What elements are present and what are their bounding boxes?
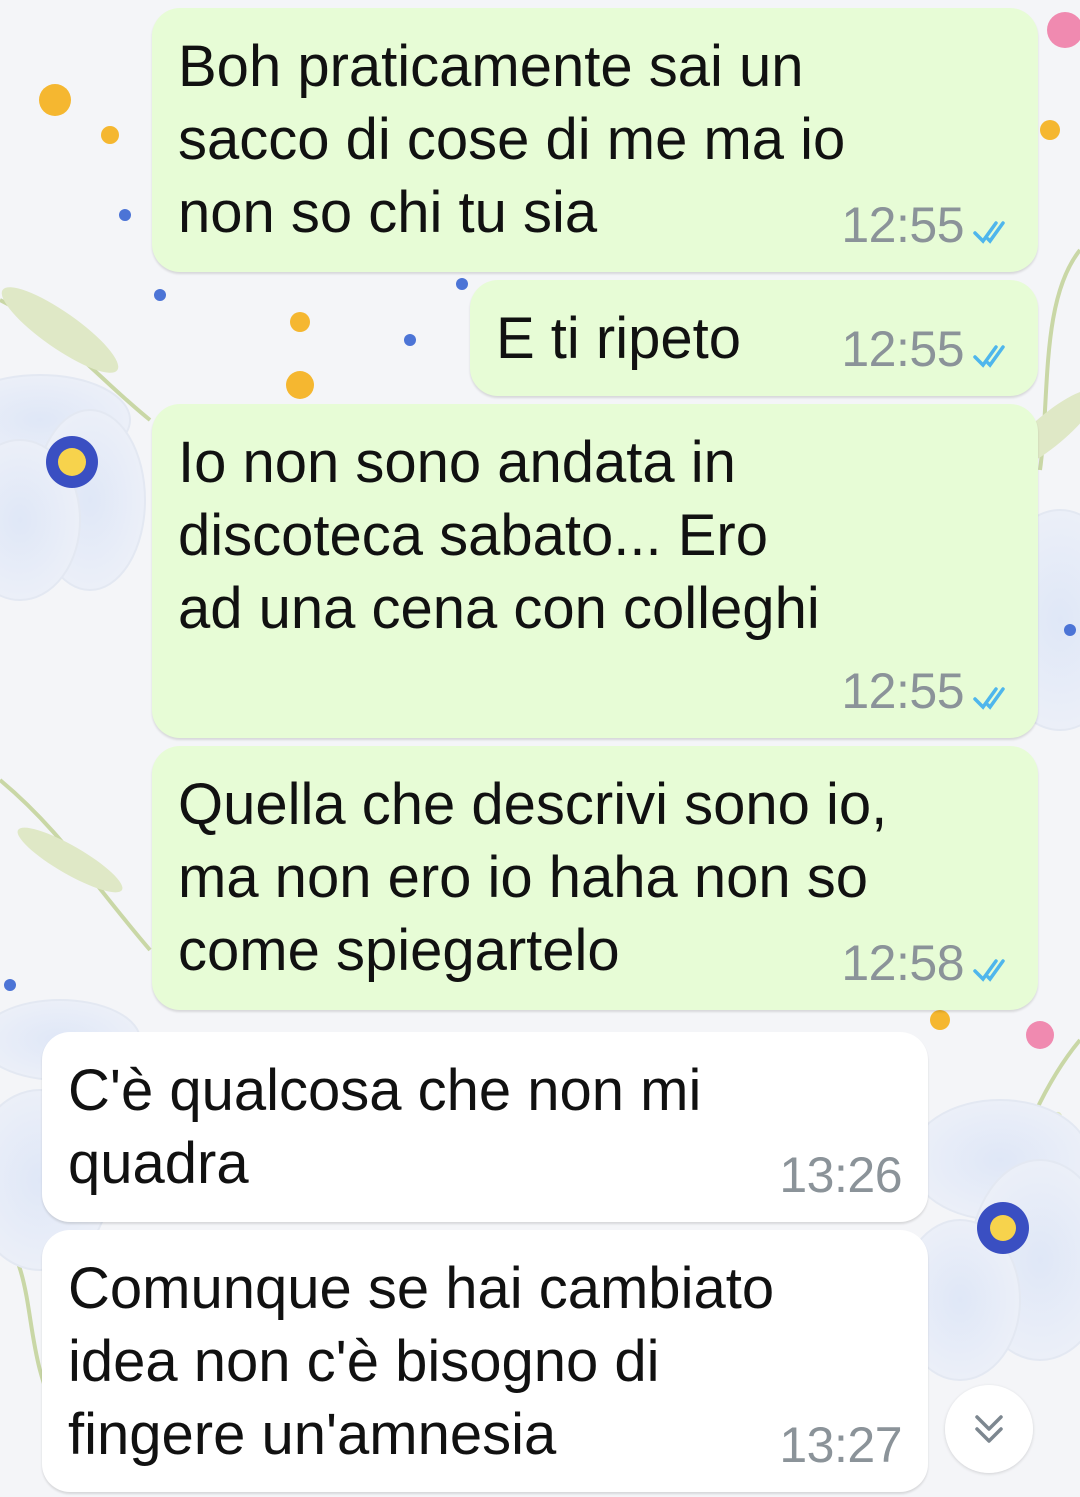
- outgoing-message-bubble[interactable]: Boh praticamente sai un sacco di cose di…: [152, 8, 1038, 272]
- outgoing-message-bubble[interactable]: Io non sono andata in discoteca sabato..…: [152, 404, 1038, 738]
- message-meta: 12:55: [841, 320, 1016, 378]
- chat-message-list[interactable]: Boh praticamente sai un sacco di cose di…: [0, 0, 1080, 1497]
- message-meta: 12:55: [841, 196, 1016, 254]
- message-time: 12:58: [841, 935, 964, 991]
- read-ticks-icon: [973, 345, 1005, 368]
- message-meta: 12:55: [841, 662, 1016, 720]
- read-ticks-icon: [973, 959, 1005, 982]
- message-text: Io non sono andata in discoteca sabato..…: [178, 430, 820, 641]
- read-ticks-icon: [973, 221, 1005, 244]
- message-text: Quella che descrivi sono io, ma non ero …: [178, 772, 888, 983]
- incoming-message-bubble[interactable]: Comunque se hai cambiato idea non c'è bi…: [42, 1230, 928, 1492]
- outgoing-message-bubble[interactable]: E ti ripeto 12:55: [470, 280, 1038, 396]
- message-meta: 13:26: [779, 1146, 902, 1204]
- message-time: 12:55: [841, 197, 964, 253]
- message-meta: 13:27: [779, 1416, 902, 1474]
- message-text: C'è qualcosa che non mi quadra: [68, 1058, 702, 1196]
- message-meta: 12:58: [841, 934, 1016, 992]
- message-text: Boh praticamente sai un sacco di cose di…: [178, 34, 846, 245]
- outgoing-message-bubble[interactable]: Quella che descrivi sono io, ma non ero …: [152, 746, 1038, 1010]
- message-text: E ti ripeto: [496, 306, 741, 371]
- scroll-to-bottom-button[interactable]: [945, 1385, 1033, 1473]
- message-text: Comunque se hai cambiato idea non c'è bi…: [68, 1256, 775, 1467]
- message-time: 12:55: [841, 663, 964, 719]
- message-time: 13:27: [779, 1417, 902, 1473]
- message-time: 13:26: [779, 1147, 902, 1203]
- double-chevron-down-icon: [975, 1415, 1003, 1443]
- incoming-message-bubble[interactable]: C'è qualcosa che non mi quadra 13:26: [42, 1032, 928, 1222]
- read-ticks-icon: [973, 687, 1005, 710]
- message-time: 12:55: [841, 321, 964, 377]
